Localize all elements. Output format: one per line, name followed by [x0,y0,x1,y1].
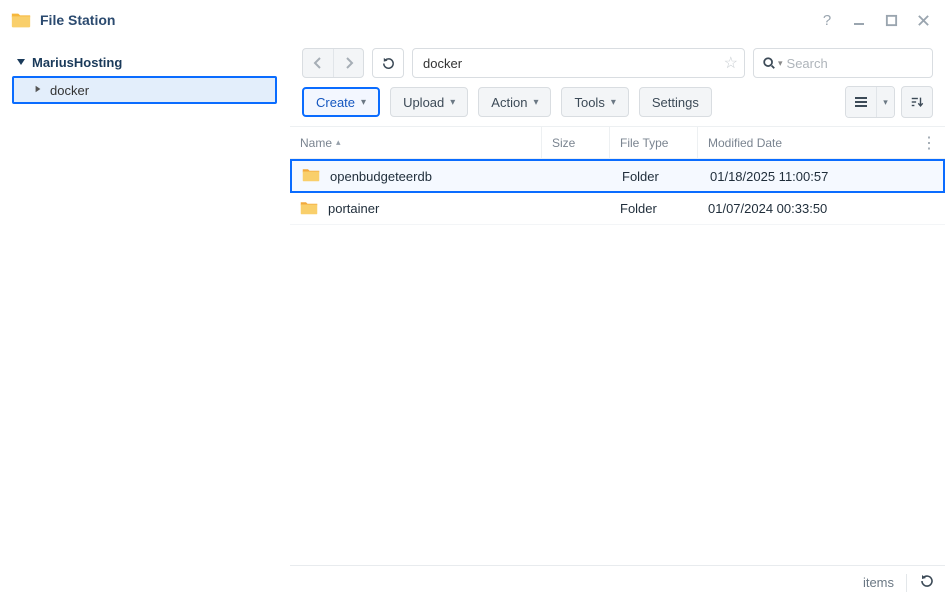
action-button[interactable]: Action ▾ [478,87,551,117]
file-table: Name ▴ Size File Type Modified Date ⋮ op… [290,126,945,565]
nav-toolbar: docker ☆ ▾ [290,40,945,84]
cell-name: portainer [290,193,542,224]
caret-right-icon [34,85,42,96]
col-label: File Type [620,136,668,150]
cell-type: Folder [612,161,700,191]
path-input[interactable]: docker ☆ [412,48,745,78]
button-label: Upload [403,95,444,110]
settings-button[interactable]: Settings [639,87,712,117]
button-label: Create [316,95,355,110]
cell-type: Folder [610,193,698,224]
columns-menu-button[interactable]: ⋮ [917,133,941,153]
cell-name: openbudgeteerdb [292,161,544,191]
col-name[interactable]: Name ▴ [290,127,542,158]
file-name: openbudgeteerdb [330,169,432,184]
view-mode-group: ▾ [845,86,895,118]
divider [906,574,907,592]
titlebar: File Station ? [0,0,945,40]
caret-down-icon: ▾ [450,97,455,108]
caret-down-icon: ▾ [361,97,366,108]
caret-down-icon: ▾ [533,97,538,108]
status-refresh-button[interactable] [919,573,935,592]
sort-asc-icon: ▴ [336,137,341,148]
path-text: docker [423,56,724,71]
col-size[interactable]: Size [542,127,610,158]
help-button[interactable]: ? [815,8,839,32]
col-date[interactable]: Modified Date [698,127,917,158]
app-title: File Station [40,12,115,28]
create-button[interactable]: Create ▾ [302,87,380,117]
col-label: Size [552,136,575,150]
tools-button[interactable]: Tools ▾ [561,87,628,117]
minimize-button[interactable] [847,8,871,32]
refresh-button[interactable] [372,48,404,78]
col-label: Name [300,136,332,150]
nav-history-group [302,48,364,78]
caret-down-icon [16,55,26,70]
table-row[interactable]: portainer Folder01/07/2024 00:33:50 [290,193,945,225]
search-input[interactable] [787,56,945,71]
action-toolbar: Create ▾ Upload ▾ Action ▾ Tools ▾ Setti… [290,84,945,126]
tree-root-label: MariusHosting [32,55,122,70]
favorite-star-icon[interactable]: ☆ [724,53,738,73]
button-label: Action [491,95,527,110]
cell-size [544,161,612,191]
tree-item-label: docker [50,83,89,98]
nav-forward-button[interactable] [333,49,363,77]
folder-icon [300,200,318,218]
close-button[interactable] [911,8,935,32]
search-box[interactable]: ▾ [753,48,933,78]
upload-button[interactable]: Upload ▾ [390,87,468,117]
app-icon [10,9,32,31]
folder-icon [302,167,320,185]
items-label: items [863,575,894,590]
cell-date: 01/18/2025 11:00:57 [700,161,943,191]
button-label: Settings [652,95,699,110]
statusbar: items [290,565,945,599]
tree-root[interactable]: MariusHosting [12,50,277,74]
cell-date: 01/07/2024 00:33:50 [698,193,945,224]
folder-tree: MariusHosting docker [0,40,290,599]
search-options-caret-icon: ▾ [778,58,783,69]
cell-size [542,193,610,224]
list-view-button[interactable] [846,87,876,117]
file-name: portainer [328,201,379,216]
view-options-button[interactable]: ▾ [876,87,894,117]
sort-button[interactable] [901,86,933,118]
nav-back-button[interactable] [303,49,333,77]
button-label: Tools [574,95,604,110]
table-row[interactable]: openbudgeteerdb Folder01/18/2025 11:00:57 [290,159,945,193]
table-header: Name ▴ Size File Type Modified Date ⋮ [290,127,945,159]
maximize-button[interactable] [879,8,903,32]
tree-item-docker[interactable]: docker [12,76,277,104]
search-icon[interactable]: ▾ [762,56,783,70]
col-type[interactable]: File Type [610,127,698,158]
col-label: Modified Date [708,136,782,150]
caret-down-icon: ▾ [611,97,616,108]
